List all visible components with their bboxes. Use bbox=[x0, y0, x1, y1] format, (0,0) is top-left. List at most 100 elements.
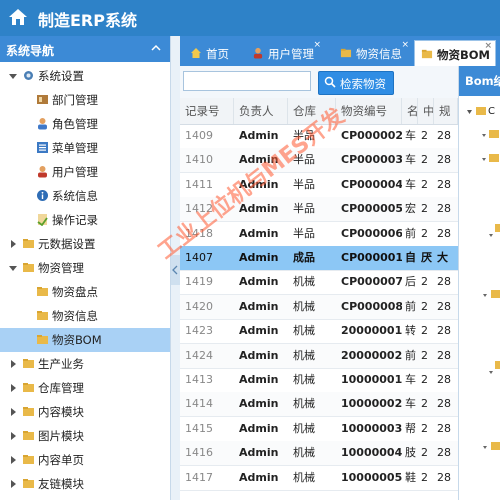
expanded-arrow-icon[interactable] bbox=[8, 263, 18, 273]
column-header[interactable]: 负责人 bbox=[234, 98, 288, 124]
table-cell: 28 bbox=[437, 202, 451, 216]
table-cell: 2 bbox=[421, 373, 428, 386]
column-header[interactable]: 记录号 bbox=[180, 98, 234, 124]
column-header[interactable]: 物资编号 bbox=[336, 98, 402, 124]
sidebar-item[interactable]: 操作记录 bbox=[0, 208, 170, 232]
table-row[interactable]: 1423 Admin 机械 20000001 转 2 28 bbox=[180, 319, 458, 345]
expanded-arrow-icon[interactable] bbox=[8, 71, 18, 81]
table-cell: 1412 bbox=[185, 202, 213, 216]
sidebar-item[interactable]: 生产业务 bbox=[0, 352, 170, 376]
table-cell: 28 bbox=[437, 397, 451, 411]
table-cell: 28 bbox=[437, 348, 451, 362]
column-header[interactable]: 仓库 bbox=[288, 98, 336, 124]
sidebar-item[interactable]: 元数据设置 bbox=[0, 232, 170, 256]
table-row[interactable]: 1410 Admin 半品 CP000003 车 2 28 bbox=[180, 148, 458, 174]
table-cell: 1418 bbox=[185, 226, 213, 240]
sidebar-item[interactable]: 物资盘点 bbox=[0, 280, 170, 304]
close-tab-icon[interactable]: × bbox=[313, 40, 321, 50]
sidebar-item[interactable]: 部门管理 bbox=[0, 88, 170, 112]
column-header[interactable]: 规 bbox=[434, 98, 458, 124]
folder-icon bbox=[36, 333, 49, 346]
table-cell: 帮 bbox=[405, 421, 416, 435]
collapsed-arrow-icon[interactable] bbox=[8, 431, 18, 441]
collapsed-arrow-icon[interactable] bbox=[8, 455, 18, 465]
sidebar-item[interactable]: 仓库管理 bbox=[0, 376, 170, 400]
sidebar-item[interactable]: 物资管理 bbox=[0, 256, 170, 280]
sidebar-item[interactable]: 系统信息 bbox=[0, 184, 170, 208]
info-icon bbox=[36, 189, 49, 202]
table-cell: 28 bbox=[437, 446, 451, 460]
bom-tree[interactable]: C bbox=[459, 96, 500, 500]
table-row[interactable]: 1413 Admin 机械 10000001 车 2 28 bbox=[180, 368, 458, 393]
table-row[interactable]: 1414 Admin 机械 10000002 车 2 28 bbox=[180, 392, 458, 418]
folder-icon bbox=[36, 309, 49, 322]
collapsed-arrow-icon[interactable] bbox=[8, 383, 18, 393]
folder-icon bbox=[22, 405, 35, 418]
search-input[interactable] bbox=[183, 71, 311, 91]
search-button[interactable]: 检索物资 bbox=[318, 71, 394, 95]
home-icon bbox=[190, 47, 202, 59]
table-row[interactable]: 1418 Admin 半品 CP000006 前 2 28 bbox=[180, 222, 458, 247]
table-row[interactable]: 1407 Admin 成品 CP000001 自厌大 bbox=[180, 246, 458, 271]
table-row[interactable]: 1415 Admin 机械 10000003 帮 2 28 bbox=[180, 417, 458, 442]
table-cell: 1424 bbox=[185, 348, 213, 362]
sidebar-item[interactable]: 图片模块 bbox=[0, 424, 170, 448]
table-row[interactable]: 1416 Admin 机械 10000004 肢 2 28 bbox=[180, 441, 458, 467]
folder-icon bbox=[340, 47, 352, 59]
tree-root-icon bbox=[476, 107, 486, 115]
table-cell: 机械 bbox=[293, 348, 315, 362]
sidebar-item-label: 生产业务 bbox=[38, 357, 84, 371]
app-title: 制造ERP系统 bbox=[38, 11, 137, 30]
sidebar-item[interactable]: 友链模块 bbox=[0, 472, 170, 496]
collapsed-arrow-icon[interactable] bbox=[8, 407, 18, 417]
table-row[interactable]: 1419 Admin 机械 CP000007 后 2 28 bbox=[180, 270, 458, 296]
column-header[interactable]: 名 bbox=[402, 98, 418, 124]
table-cell: 自 bbox=[405, 251, 416, 264]
folder-icon bbox=[22, 357, 35, 370]
close-tab-icon[interactable]: × bbox=[484, 41, 492, 51]
table-cell: 2 bbox=[421, 153, 428, 167]
tab[interactable]: 用户管理 × bbox=[246, 40, 324, 66]
table-cell: 2 bbox=[421, 324, 428, 338]
sidebar-item[interactable]: 用户管理 bbox=[0, 160, 170, 184]
sidebar-item[interactable]: 物资信息 bbox=[0, 304, 170, 328]
table-cell: Admin bbox=[239, 446, 279, 460]
table-cell: 车 bbox=[405, 153, 416, 167]
sidebar-item[interactable]: 角色管理 bbox=[0, 112, 170, 136]
sidebar-item[interactable]: 系统设置 bbox=[0, 64, 170, 88]
table-cell: 2 bbox=[421, 397, 428, 411]
sidebar-item[interactable]: 菜单管理 bbox=[0, 136, 170, 160]
table-row[interactable]: 1420 Admin 机械 CP000008 前 2 28 bbox=[180, 294, 458, 320]
sidebar-item[interactable]: 内容单页 bbox=[0, 448, 170, 472]
table-row[interactable]: 1409 Admin 半品 CP000002 车 2 28 bbox=[180, 124, 458, 149]
collapsed-arrow-icon[interactable] bbox=[8, 359, 18, 369]
table-cell: Admin bbox=[239, 129, 279, 142]
role-icon bbox=[36, 117, 49, 130]
close-tab-icon[interactable]: × bbox=[401, 40, 409, 50]
table-cell: Admin bbox=[239, 470, 279, 484]
folder-icon bbox=[22, 453, 35, 466]
table-row[interactable]: 1412 Admin 半品 CP000005 宏 2 28 bbox=[180, 197, 458, 223]
sidebar-item[interactable]: 物资BOM bbox=[0, 328, 170, 352]
folder-icon bbox=[22, 237, 35, 250]
table-cell: 2 bbox=[421, 177, 428, 191]
sidebar-item[interactable]: 内容模块 bbox=[0, 400, 170, 424]
tab[interactable]: 物资BOM × bbox=[414, 40, 496, 67]
table-cell: 2 bbox=[421, 348, 428, 362]
log-icon bbox=[36, 213, 49, 227]
collapse-sidebar-handle[interactable] bbox=[171, 255, 180, 285]
table-row[interactable]: 1411 Admin 半品 CP000004 车 2 28 bbox=[180, 173, 458, 198]
sidebar-item-label: 仓库管理 bbox=[38, 381, 84, 395]
table-cell: Admin bbox=[239, 226, 279, 240]
table-cell: 1409 bbox=[185, 129, 213, 142]
collapsed-arrow-icon[interactable] bbox=[8, 479, 18, 489]
column-header[interactable]: 中 bbox=[418, 98, 434, 124]
tab[interactable]: 物资信息 × bbox=[334, 40, 412, 66]
collapsed-arrow-icon[interactable] bbox=[8, 239, 18, 249]
tab[interactable]: 首页 bbox=[184, 40, 242, 66]
table-cell: 2 bbox=[421, 299, 428, 313]
collapse-up-icon[interactable] bbox=[150, 42, 162, 54]
table-row[interactable]: 1424 Admin 机械 20000002 前 2 28 bbox=[180, 343, 458, 369]
home-icon[interactable] bbox=[8, 7, 28, 27]
table-row[interactable]: 1417 Admin 机械 10000005 鞋 2 28 bbox=[180, 466, 458, 491]
